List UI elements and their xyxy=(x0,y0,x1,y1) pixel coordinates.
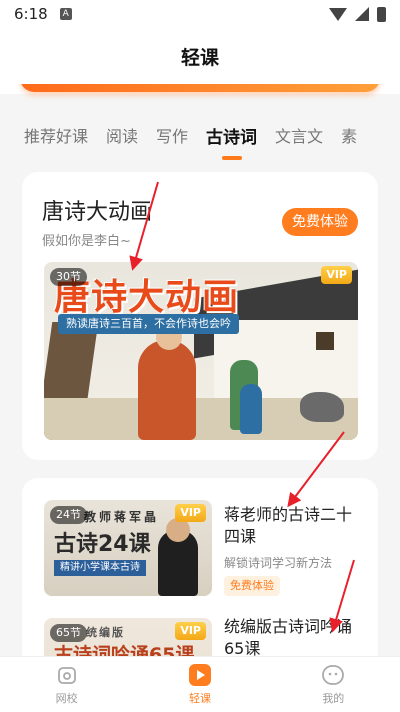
tab-partial[interactable]: 素 xyxy=(341,123,357,147)
wifi-icon xyxy=(329,7,347,21)
vip-badge: VIP xyxy=(321,266,352,284)
status-bar: 6:18 A xyxy=(0,0,400,28)
free-trial-button[interactable]: 免费体验 xyxy=(282,208,358,236)
nav-label: 网校 xyxy=(55,692,78,705)
signal-icon xyxy=(355,7,369,21)
poster-rock xyxy=(300,392,344,422)
nav-label: 我的 xyxy=(322,692,345,705)
thumbnail-caption: 统编版 xyxy=(86,626,125,639)
lessons-badge: 30节 xyxy=(50,268,87,286)
nav-label: 轻课 xyxy=(188,692,211,705)
featured-course-card[interactable]: 唐诗大动画 假如你是李白~ 免费体验 唐诗大动画 熟读唐诗三百首，不会作诗也会吟… xyxy=(22,172,378,460)
poster-figure-robe xyxy=(138,340,196,440)
tab-ancient-poetry[interactable]: 古诗词 xyxy=(206,123,257,148)
poster-slogan: 熟读唐诗三百首，不会作诗也会吟 xyxy=(58,314,239,334)
course-list-card: 教师蒋军晶 古诗24课 精讲小学课本古诗 24节 VIP 蒋老师的古诗二十四课 … xyxy=(22,478,378,656)
nav-item-profile[interactable]: 我的 xyxy=(267,657,400,712)
featured-poster[interactable]: 唐诗大动画 熟读唐诗三百首，不会作诗也会吟 30节 VIP xyxy=(44,262,358,440)
page-title: 轻课 xyxy=(180,46,219,69)
vip-badge: VIP xyxy=(175,504,206,522)
poster-window xyxy=(316,332,334,350)
tab-reading[interactable]: 阅读 xyxy=(106,123,138,147)
poster-child-small xyxy=(240,384,262,434)
course-thumbnail[interactable]: 统编版 古诗词吟诵65课 65节 VIP xyxy=(44,618,212,656)
school-icon xyxy=(55,663,79,687)
featured-subtitle: 假如你是李白~ xyxy=(42,234,131,249)
featured-title: 唐诗大动画 xyxy=(42,200,153,225)
free-trial-tag[interactable]: 免费体验 xyxy=(224,576,280,596)
battery-icon xyxy=(377,6,386,22)
nav-item-light-course[interactable]: 轻课 xyxy=(133,657,266,712)
vip-badge: VIP xyxy=(175,622,206,640)
main-content[interactable]: 推荐好课 阅读 写作 古诗词 文言文 素 唐诗大动画 假如你是李白~ 免费体验 … xyxy=(0,84,400,656)
thumbnail-title: 古诗词吟诵65课 xyxy=(54,644,195,656)
nav-item-school[interactable]: 网校 xyxy=(0,657,133,712)
course-subtitle: 解锁诗词学习新方法 xyxy=(224,556,333,570)
notification-icon: A xyxy=(59,8,72,20)
thumbnail-caption: 教师蒋军晶 xyxy=(84,510,160,524)
status-time: 6:18 xyxy=(14,5,48,23)
tab-writing[interactable]: 写作 xyxy=(156,123,188,147)
course-title[interactable]: 统编版古诗词吟诵65课 xyxy=(224,616,366,656)
lessons-badge: 65节 xyxy=(50,624,87,642)
course-title[interactable]: 蒋老师的古诗二十四课 xyxy=(224,504,366,548)
tab-classical-chinese[interactable]: 文言文 xyxy=(275,123,323,147)
thumbnail-strip: 精讲小学课本古诗 xyxy=(54,560,146,576)
status-icons xyxy=(329,6,386,22)
category-tabs[interactable]: 推荐好课 阅读 写作 古诗词 文言文 素 xyxy=(0,110,400,160)
profile-icon xyxy=(321,663,345,687)
tab-recommended[interactable]: 推荐好课 xyxy=(24,123,88,147)
course-thumbnail[interactable]: 教师蒋军晶 古诗24课 精讲小学课本古诗 24节 VIP xyxy=(44,500,212,596)
top-banner[interactable] xyxy=(20,84,380,92)
app-header: 轻课 xyxy=(0,28,400,84)
play-icon xyxy=(188,663,212,687)
thumbnail-title: 古诗24课 xyxy=(54,532,151,557)
lessons-badge: 24节 xyxy=(50,506,87,524)
bottom-navigation: 网校 轻课 我的 xyxy=(0,656,400,712)
